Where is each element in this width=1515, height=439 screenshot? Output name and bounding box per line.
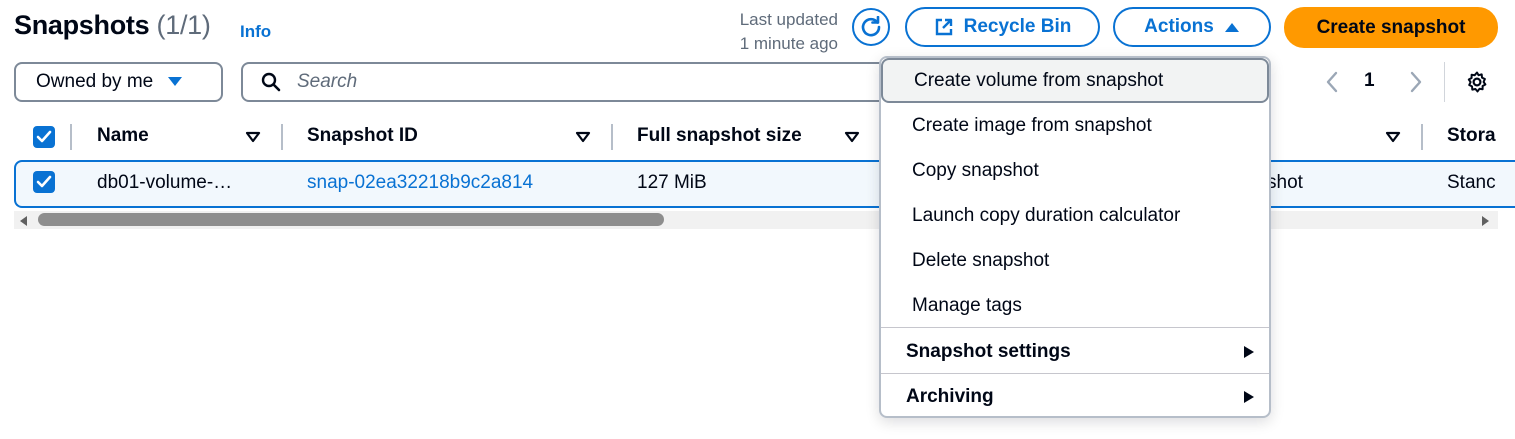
external-link-icon: [935, 18, 952, 36]
column-divider: [70, 124, 72, 150]
caret-right-icon: [1244, 345, 1254, 358]
recycle-bin-button[interactable]: Recycle Bin: [905, 7, 1100, 47]
owner-filter-select[interactable]: Owned by me: [14, 62, 223, 102]
menu-item-launch-copy-duration-calculator[interactable]: Launch copy duration calculator: [881, 193, 1269, 238]
pagination-divider: [1444, 62, 1445, 102]
sort-icon: [844, 131, 860, 143]
last-updated-label: Last updated: [739, 10, 838, 29]
gear-icon: [1467, 71, 1487, 93]
last-updated: Last updated 1 minute ago: [700, 8, 838, 56]
sort-icon: [245, 131, 261, 143]
recycle-bin-label: Recycle Bin: [963, 16, 1072, 37]
actions-menu: Create volume from snapshot Create image…: [879, 56, 1271, 418]
table-preferences-button[interactable]: [1463, 68, 1491, 96]
column-divider: [611, 124, 613, 150]
info-link[interactable]: Info: [240, 22, 271, 42]
menu-item-delete-snapshot[interactable]: Delete snapshot: [881, 238, 1269, 283]
last-updated-time: 1 minute ago: [739, 34, 838, 53]
cell-storage: Stanc: [1447, 172, 1496, 193]
check-icon: [36, 130, 52, 143]
column-header-storage[interactable]: Stora: [1447, 125, 1496, 147]
pagination-previous[interactable]: [1320, 68, 1344, 96]
scrollbar-thumb[interactable]: [38, 213, 664, 226]
column-divider: [281, 124, 283, 150]
snapshot-count: (1/1): [156, 10, 211, 40]
caret-down-icon: [168, 77, 183, 86]
refresh-button[interactable]: [852, 8, 890, 46]
sort-description-button[interactable]: [1384, 128, 1402, 146]
caret-up-icon: [1224, 23, 1239, 32]
sort-snapshot-id-button[interactable]: [574, 128, 592, 146]
scroll-right-arrow[interactable]: [1481, 214, 1491, 232]
cell-size: 127 MiB: [637, 172, 707, 193]
sort-name-button[interactable]: [244, 128, 262, 146]
menu-group-archiving[interactable]: Archiving: [881, 374, 1269, 416]
menu-item-copy-snapshot[interactable]: Copy snapshot: [881, 148, 1269, 193]
cell-snapshot-id-link[interactable]: snap-02ea32218b9c2a814: [307, 172, 533, 194]
chevron-right-icon: [1410, 71, 1422, 93]
caret-right-icon: [1244, 390, 1254, 403]
scroll-left-arrow[interactable]: [18, 214, 28, 232]
cell-name: db01-volume-…: [97, 172, 233, 193]
refresh-icon: [861, 16, 881, 37]
pagination-current-page[interactable]: 1: [1364, 70, 1375, 92]
create-snapshot-button[interactable]: Create snapshot: [1284, 7, 1498, 48]
caret-right-icon: [1482, 216, 1489, 226]
menu-item-create-volume[interactable]: Create volume from snapshot: [881, 58, 1269, 103]
select-all-checkbox[interactable]: [33, 126, 55, 148]
column-header-snapshot-id[interactable]: Snapshot ID: [307, 125, 418, 147]
cell-description: shot: [1267, 172, 1303, 193]
actions-button[interactable]: Actions: [1113, 7, 1271, 47]
chevron-left-icon: [1326, 71, 1338, 93]
menu-item-manage-tags[interactable]: Manage tags: [881, 283, 1269, 328]
actions-label: Actions: [1144, 16, 1214, 37]
menu-group-archiving-label: Archiving: [906, 385, 994, 407]
column-header-full-snapshot-size[interactable]: Full snapshot size: [637, 125, 802, 147]
check-icon: [36, 175, 52, 188]
owner-filter-value: Owned by me: [36, 71, 154, 92]
sort-icon: [1385, 131, 1401, 143]
menu-separator: [881, 327, 1269, 328]
menu-item-create-image[interactable]: Create image from snapshot: [881, 103, 1269, 148]
caret-left-icon: [20, 216, 27, 226]
search-icon: [261, 72, 281, 92]
page-title: Snapshots (1/1): [14, 10, 211, 41]
search-field[interactable]: [241, 62, 901, 102]
column-header-name[interactable]: Name: [97, 125, 149, 147]
row-checkbox[interactable]: [33, 171, 55, 193]
sort-size-button[interactable]: [843, 128, 861, 146]
search-input[interactable]: [295, 70, 839, 94]
column-divider: [1421, 124, 1423, 150]
pagination-next[interactable]: [1404, 68, 1428, 96]
menu-group-snapshot-settings[interactable]: Snapshot settings: [881, 329, 1269, 374]
menu-group-snapshot-settings-label: Snapshot settings: [906, 340, 1071, 362]
sort-icon: [575, 131, 591, 143]
page-title-text: Snapshots: [14, 10, 150, 40]
